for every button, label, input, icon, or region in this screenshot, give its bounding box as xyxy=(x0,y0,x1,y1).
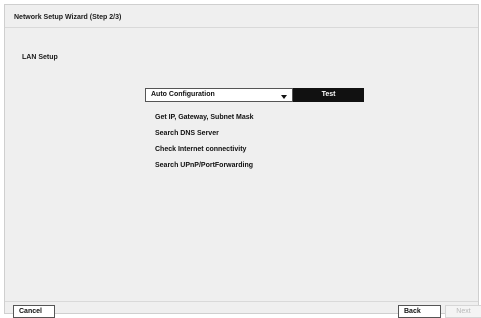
step-check-internet: Check Internet connectivity xyxy=(155,146,247,153)
cancel-button[interactable]: Cancel xyxy=(13,305,55,318)
step-search-dns: Search DNS Server xyxy=(155,130,219,137)
test-button[interactable]: Test xyxy=(293,88,364,102)
next-button[interactable]: Next xyxy=(445,305,481,318)
step-get-ip: Get IP, Gateway, Subnet Mask xyxy=(155,114,254,121)
footer-divider xyxy=(5,301,478,302)
configuration-dropdown-value: Auto Configuration xyxy=(151,91,215,98)
configuration-dropdown[interactable]: Auto Configuration xyxy=(145,88,293,102)
wizard-title: Network Setup Wizard (Step 2/3) xyxy=(14,14,122,21)
step-search-upnp: Search UPnP/PortForwarding xyxy=(155,162,254,169)
title-divider xyxy=(5,27,478,28)
chevron-down-icon xyxy=(281,95,287,99)
configuration-steps-list: Get IP, Gateway, Subnet Mask Search DNS … xyxy=(155,113,254,177)
network-setup-wizard-window: Network Setup Wizard (Step 2/3) LAN Setu… xyxy=(4,4,481,318)
back-button[interactable]: Back xyxy=(398,305,441,318)
lan-setup-label: LAN Setup xyxy=(22,54,58,61)
